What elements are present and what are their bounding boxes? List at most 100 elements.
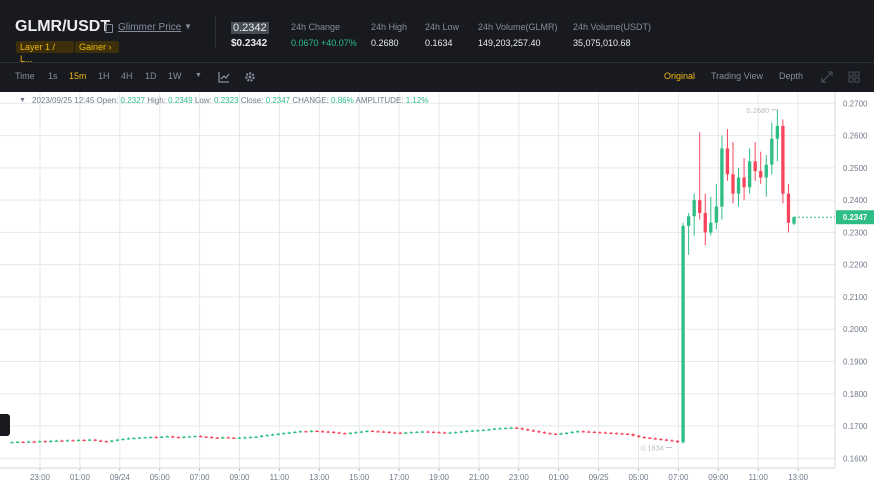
y-tick-label: 0.2100 (843, 293, 868, 302)
candlestick-chart[interactable]: 0.2700 0.2600 0.2500 0.2400 0.2300 0.2200 0.21… (0, 92, 874, 485)
candle-body (271, 434, 275, 436)
candle-body (720, 148, 724, 207)
candle-body (99, 440, 103, 442)
candle-body (226, 437, 230, 439)
candle-body (376, 431, 380, 433)
candle-body (620, 433, 624, 435)
chevron-down-icon[interactable]: ▼ (195, 72, 202, 79)
candle-body (775, 125, 780, 139)
candle-body (126, 438, 131, 440)
ohlc-amplitude: 1.12% (405, 96, 429, 105)
interval-4h[interactable]: 4H (121, 71, 133, 81)
candle-body (653, 438, 658, 440)
candle-body (781, 125, 785, 194)
candle-body (759, 171, 763, 178)
candle-body (681, 225, 685, 443)
interval-15m[interactable]: 15m (69, 71, 87, 81)
tag-layer1[interactable]: Layer 1 / L... (16, 41, 74, 64)
candle-body (442, 432, 447, 434)
candle-body (237, 437, 242, 439)
candle-body (82, 439, 86, 442)
candle-body (309, 430, 314, 433)
drag-handle[interactable] (0, 414, 10, 436)
settings-icon[interactable] (244, 71, 256, 83)
stat-value-24h-high: 0.2680 (371, 38, 399, 48)
candle-body (71, 440, 75, 442)
candle-body (731, 174, 735, 194)
expand-icon[interactable] (821, 71, 833, 83)
candle-body (465, 430, 469, 433)
candle-body (287, 432, 291, 434)
ohlc-date: 2023/09/25 12:45 (32, 96, 95, 105)
candle-body (625, 433, 630, 435)
stat-label-24h-high: 24h High (371, 22, 408, 32)
candle-body (431, 431, 436, 434)
candle-body (248, 437, 253, 439)
interval-1d[interactable]: 1D (145, 71, 157, 81)
pair-title[interactable]: GLMR/USDT (15, 18, 110, 36)
candle-body (198, 436, 203, 438)
candle-body (692, 200, 696, 217)
x-tick-label: 09/25 (589, 473, 610, 482)
candle-body (76, 439, 81, 442)
candle-body (193, 436, 197, 438)
interval-1s[interactable]: 1s (48, 71, 58, 81)
candle-body (359, 431, 364, 433)
candle-body (343, 433, 347, 435)
candle-body (259, 435, 264, 437)
indicator-icon[interactable] (218, 71, 230, 83)
y-tick-label: 0.2300 (843, 228, 868, 237)
candle-body (43, 441, 47, 443)
glimmer-price-link[interactable]: Glimmer Price (118, 22, 181, 33)
ohlc-low: 0.2323 (214, 96, 239, 105)
stat-value-volume-usdt: 35,075,010.68 (573, 38, 631, 48)
candle-body (792, 217, 796, 224)
candle-body (381, 431, 386, 433)
stat-value-24h-low: 0.1634 (425, 38, 453, 48)
x-tick-label: 07:00 (668, 473, 689, 482)
candle-body (32, 441, 36, 443)
candle-body (564, 432, 569, 435)
x-tick-label: 05:00 (628, 473, 649, 482)
interval-1h[interactable]: 1H (98, 71, 110, 81)
candle-body (354, 432, 358, 434)
view-depth[interactable]: Depth (779, 71, 803, 81)
tag-gainer[interactable]: Gainer › (75, 41, 119, 53)
candle-body (154, 437, 158, 439)
candle-body (570, 431, 574, 434)
candle-body (503, 427, 508, 430)
y-tick-label: 0.1700 (843, 422, 868, 431)
candle-body (725, 148, 730, 175)
candle-body (470, 430, 474, 432)
view-original[interactable]: Original (664, 71, 695, 81)
x-tick-label: 01:00 (549, 473, 570, 482)
candle-body (476, 430, 480, 432)
x-tick-label: 19:00 (429, 473, 450, 482)
candle-body (304, 431, 308, 433)
candle-body (553, 433, 558, 435)
candle-body (764, 164, 768, 178)
interval-time[interactable]: Time (15, 71, 35, 81)
last-price-usd: $0.2342 (231, 38, 268, 49)
y-tick-label: 0.2700 (843, 99, 868, 108)
candle-body (176, 437, 181, 439)
candle-body (54, 440, 59, 442)
view-trading-view[interactable]: Trading View (711, 71, 763, 81)
collapse-caret-icon[interactable]: ▼ (19, 97, 26, 104)
candle-body (747, 161, 752, 188)
candle-body (15, 441, 20, 444)
x-tick-label: 17:00 (389, 473, 410, 482)
candle-body (631, 434, 635, 436)
candle-body (320, 431, 325, 433)
candle-body (204, 436, 208, 438)
interval-1w[interactable]: 1W (168, 71, 182, 81)
stat-label-volume-glmr: 24h Volume(GLMR) (478, 22, 558, 32)
candle-body (21, 441, 25, 444)
candle-body (531, 430, 535, 432)
grid-layout-icon[interactable] (848, 71, 860, 83)
candle-body (609, 432, 613, 435)
y-tick-label: 0.1900 (843, 357, 868, 366)
candle-body (542, 432, 547, 434)
candle-body (243, 437, 247, 439)
chevron-down-icon[interactable]: ▼ (184, 22, 192, 31)
